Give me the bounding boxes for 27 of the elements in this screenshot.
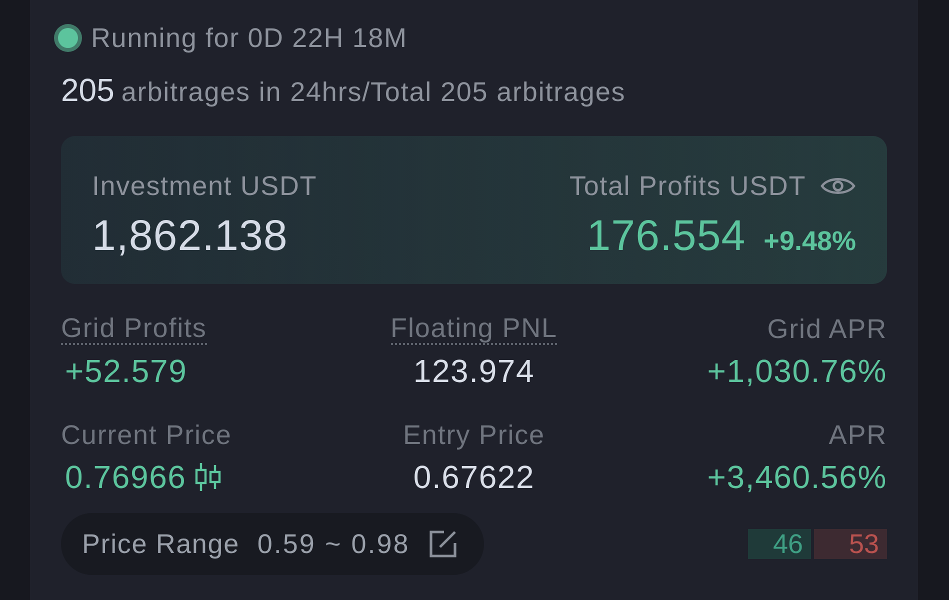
investment-value: 1,862.138 <box>92 211 289 262</box>
order-count-tag: 53 <box>814 529 887 559</box>
metric-label: Grid APR <box>767 313 887 345</box>
price-range-pill[interactable]: Price Range 0.59 ~ 0.98 <box>61 513 484 575</box>
arbitrage-count: 205 <box>61 72 114 109</box>
metric-value: 123.974 <box>413 352 535 391</box>
price-range-value: 0.59 ~ 0.98 <box>257 528 410 560</box>
metric-label: APR <box>828 419 887 451</box>
metric-value: +52.579 <box>65 352 188 391</box>
metric-label: Current Price <box>61 419 232 451</box>
metric-value: +3,460.56% <box>707 458 887 497</box>
running-time: Running for 0D 22H 18M <box>91 22 408 54</box>
metric-label[interactable]: Grid Profits <box>61 313 207 345</box>
arbitrage-summary: arbitrages in 24hrs/Total 205 arbitrages <box>121 77 626 108</box>
total-profits-value: 176.554 <box>586 211 746 262</box>
edit-icon[interactable] <box>428 529 458 559</box>
metric-value: +1,030.76% <box>707 352 887 391</box>
metric-value: 0.67622 <box>413 458 535 497</box>
price-range-label: Price Range <box>82 528 240 560</box>
metric-label[interactable]: Floating PNL <box>390 313 558 345</box>
total-profits-label: Total Profits USDT <box>570 170 806 202</box>
profit-percent: +9.48% <box>764 226 856 257</box>
candlestick-icon[interactable] <box>194 462 222 492</box>
order-count-tag: 46 <box>748 529 811 559</box>
metric-value: 0.76966 <box>65 458 186 497</box>
metric-label: Entry Price <box>403 419 545 451</box>
investment-label: Investment USDT <box>92 170 318 202</box>
